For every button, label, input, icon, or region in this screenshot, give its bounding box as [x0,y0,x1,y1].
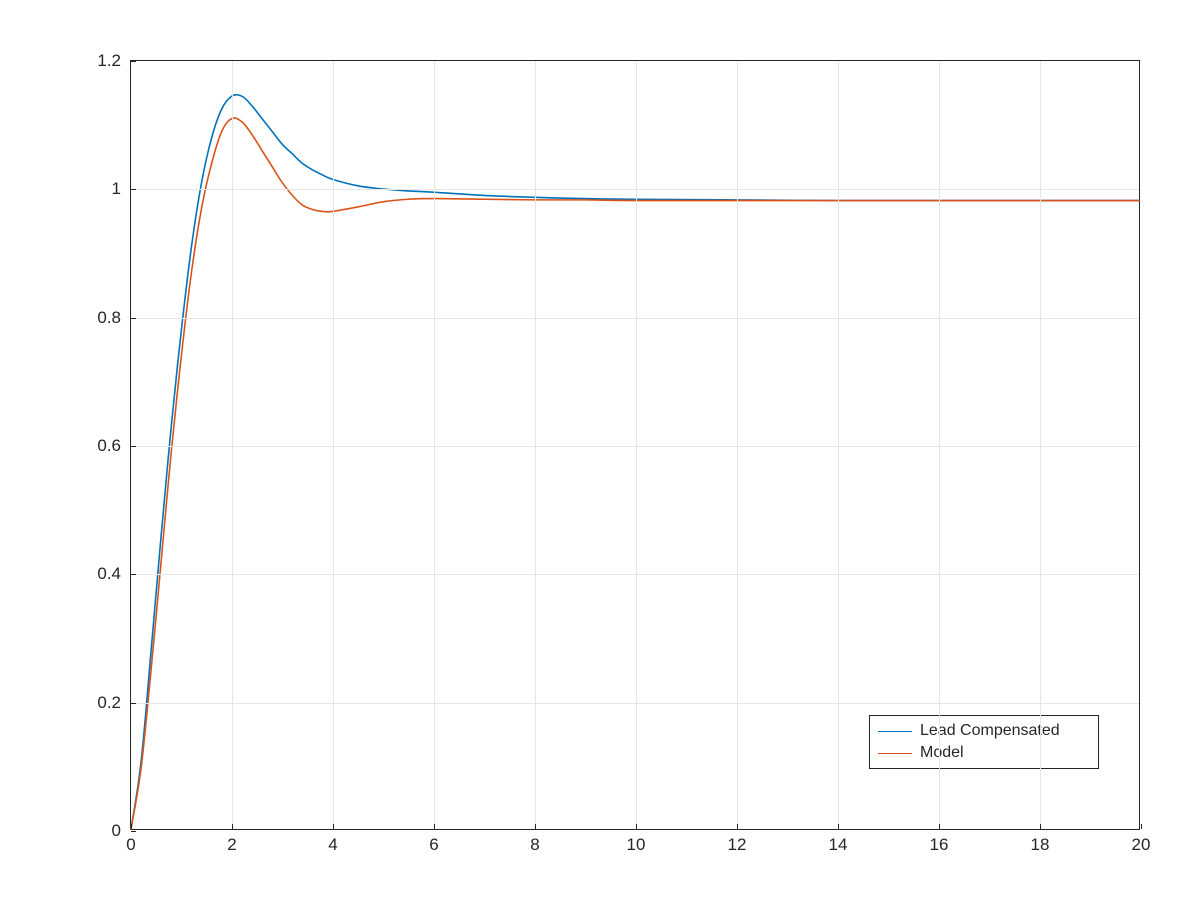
gridline-vertical [434,61,435,829]
gridline-horizontal [131,574,1139,575]
legend-label: Model [920,744,964,762]
gridline-vertical [737,61,738,829]
x-tick-label: 14 [829,835,848,855]
gridline-horizontal [131,189,1139,190]
y-tick-label: 1 [112,179,121,199]
gridline-vertical [535,61,536,829]
x-tick [232,824,233,829]
x-tick [333,824,334,829]
y-tick [131,61,136,62]
gridline-vertical [333,61,334,829]
y-tick [131,318,136,319]
x-tick-label: 16 [930,835,949,855]
legend-swatch-icon [878,731,912,732]
x-tick-label: 20 [1132,835,1151,855]
x-tick-label: 12 [728,835,747,855]
x-tick [1141,824,1142,829]
gridline-horizontal [131,703,1139,704]
y-tick-label: 0.8 [97,308,121,328]
axes[interactable]: Lead CompensatedModel 024681012141618200… [130,60,1140,830]
y-tick-label: 1.2 [97,51,121,71]
gridline-vertical [636,61,637,829]
legend-entry[interactable]: Lead Compensated [878,720,1090,742]
x-tick-label: 8 [530,835,539,855]
legend-entry[interactable]: Model [878,742,1090,764]
x-tick-label: 2 [227,835,236,855]
x-tick [434,824,435,829]
x-tick [939,824,940,829]
gridline-vertical [838,61,839,829]
x-tick [131,824,132,829]
x-tick [737,824,738,829]
y-tick [131,831,136,832]
x-tick-label: 4 [328,835,337,855]
gridline-vertical [1040,61,1041,829]
y-tick [131,446,136,447]
x-tick [838,824,839,829]
y-tick-label: 0.4 [97,564,121,584]
gridline-vertical [232,61,233,829]
legend[interactable]: Lead Compensated Model [869,715,1099,769]
x-tick [535,824,536,829]
x-tick [636,824,637,829]
line-series-layer [131,61,1139,829]
gridline-vertical [939,61,940,829]
x-tick-label: 6 [429,835,438,855]
legend-label: Lead Compensated [920,722,1060,740]
gridline-horizontal [131,318,1139,319]
y-tick-label: 0.2 [97,693,121,713]
y-tick-label: 0.6 [97,436,121,456]
legend-swatch-icon [878,753,912,754]
x-tick [1040,824,1041,829]
y-tick [131,574,136,575]
gridline-horizontal [131,446,1139,447]
y-tick [131,189,136,190]
y-tick [131,703,136,704]
x-tick-label: 0 [126,835,135,855]
y-tick-label: 0 [112,821,121,841]
x-tick-label: 10 [627,835,646,855]
figure: Lead CompensatedModel 024681012141618200… [0,0,1200,900]
x-tick-label: 18 [1031,835,1050,855]
